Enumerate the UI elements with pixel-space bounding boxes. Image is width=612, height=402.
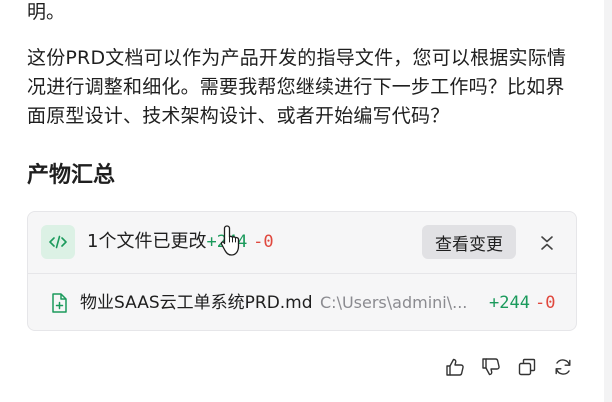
code-icon bbox=[41, 225, 75, 259]
mouse-pointer-icon bbox=[220, 225, 240, 256]
chevrons-collapse-icon[interactable] bbox=[534, 230, 560, 256]
changed-file-row[interactable]: 物业SAAS云工单系统PRD.md C:\Users\admini\... +2… bbox=[28, 274, 576, 330]
changes-summary-text: 1个文件已更改 bbox=[87, 231, 207, 252]
file-additions: +244 bbox=[489, 293, 530, 313]
thumbs-up-icon[interactable] bbox=[444, 356, 466, 378]
copy-icon[interactable] bbox=[516, 356, 538, 378]
changes-summary: 1个文件已更改+244 -0 bbox=[87, 229, 274, 255]
changes-card: 1个文件已更改+244 -0 查看变更 物业SAAS云工单系统PRD.md bbox=[27, 211, 577, 331]
message-text-fragment: 明。 bbox=[27, 1, 66, 23]
view-changes-button[interactable]: 查看变更 bbox=[422, 225, 516, 259]
changes-card-header[interactable]: 1个文件已更改+244 -0 查看变更 bbox=[28, 212, 576, 274]
changes-deletions: -0 bbox=[253, 232, 274, 252]
file-path: C:\Users\admini\... bbox=[320, 293, 468, 312]
file-name[interactable]: 物业SAAS云工单系统PRD.md bbox=[80, 290, 313, 316]
file-plus-icon bbox=[52, 293, 67, 313]
refresh-icon[interactable] bbox=[552, 356, 574, 378]
artifacts-heading: 产物汇总 bbox=[27, 163, 116, 188]
chat-panel: 明。 这份PRD文档可以作为产品开发的指导文件，您可以根据实际情况进行调整和细化… bbox=[0, 0, 604, 402]
file-stats: +244 -0 bbox=[489, 291, 556, 315]
message-paragraph: 这份PRD文档可以作为产品开发的指导文件，您可以根据实际情况进行调整和细化。需要… bbox=[27, 47, 567, 127]
file-deletions: -0 bbox=[535, 293, 556, 313]
thumbs-down-icon[interactable] bbox=[480, 356, 502, 378]
message-actions bbox=[444, 356, 580, 378]
